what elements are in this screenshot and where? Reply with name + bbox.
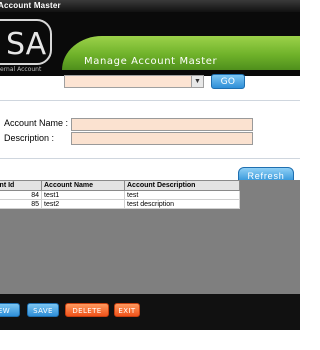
new-button[interactable]: EW xyxy=(0,303,20,317)
divider xyxy=(0,158,300,159)
app-logo: SA ernal Account xyxy=(0,19,52,73)
account-select[interactable]: ▼ xyxy=(64,75,204,88)
logo-caption: ernal Account xyxy=(0,66,42,73)
column-header-account-name[interactable]: Account Name xyxy=(41,180,125,191)
chevron-down-icon[interactable]: ▼ xyxy=(191,76,203,87)
cell-account-id: 85 xyxy=(0,199,42,209)
description-input[interactable] xyxy=(71,132,253,145)
cell-account-description: test xyxy=(124,190,240,200)
table-header-row: ount Id Account Name Account Description xyxy=(0,180,240,191)
cell-account-description: test description xyxy=(124,199,240,209)
column-header-account-id[interactable]: ount Id xyxy=(0,180,42,191)
logo-letters: SA xyxy=(6,27,47,62)
cell-account-name: test1 xyxy=(41,190,125,200)
column-header-account-description[interactable]: Account Description xyxy=(124,180,240,191)
action-bar: EW SAVE DELETE EXIT xyxy=(0,294,300,330)
exit-button[interactable]: EXIT xyxy=(114,303,140,317)
cell-account-id: 84 xyxy=(0,190,42,200)
page-title: Manage Account Master xyxy=(84,56,218,67)
delete-button[interactable]: DELETE xyxy=(65,303,109,317)
window-title: Account Master xyxy=(0,1,61,10)
title-bar: Account Master xyxy=(0,0,300,12)
account-name-label: Account Name : xyxy=(4,118,69,128)
divider xyxy=(0,100,300,101)
header-banner: SA ernal Account Manage Account Master xyxy=(0,12,300,76)
save-button[interactable]: SAVE xyxy=(27,303,59,317)
table-row[interactable]: 84 test1 test xyxy=(0,190,240,200)
account-name-input[interactable] xyxy=(71,118,253,131)
description-label: Description : xyxy=(4,133,55,143)
go-button[interactable]: GO xyxy=(211,74,245,89)
cell-account-name: test2 xyxy=(41,199,125,209)
footer-area xyxy=(0,330,300,350)
table-row[interactable]: 85 test2 test description xyxy=(0,199,240,209)
accounts-table: ount Id Account Name Account Description… xyxy=(0,180,240,209)
